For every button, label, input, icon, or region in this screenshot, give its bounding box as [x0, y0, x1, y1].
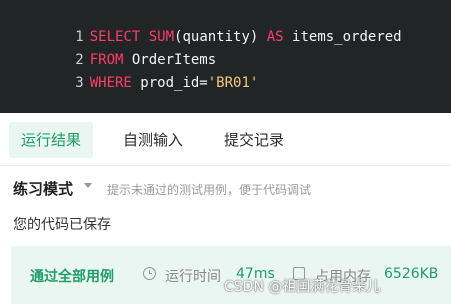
runtime-label: 运行时间 [165, 269, 221, 285]
clock-icon [143, 267, 156, 280]
chevron-down-icon[interactable] [84, 183, 92, 188]
result-tabs: 运行结果 自测输入 提交记录 [0, 113, 451, 166]
code-token: prod_id= [131, 75, 208, 91]
code-token: AS [266, 29, 284, 45]
code-token: 'BR01' [207, 75, 259, 91]
practice-mode-dropdown[interactable]: 练习模式 [13, 178, 73, 199]
line-number: 3 [75, 75, 84, 91]
mode-hint: 提示未通过的测试用例，便于代码调试 [107, 183, 312, 197]
pass-status: 通过全部用例 [30, 269, 114, 285]
code-token: items_ordered [283, 29, 402, 45]
code-line: 2 FROM OrderItems [0, 30, 216, 68]
tab-run-result[interactable]: 运行结果 [9, 122, 94, 158]
memory-value: 6526KB [384, 266, 439, 282]
code-editor[interactable]: 1 SELECT SUM(quantity) AS items_ordered 2… [0, 0, 451, 113]
code-token: WHERE [89, 75, 132, 91]
code-line: 1 SELECT SUM(quantity) AS items_ordered [0, 7, 401, 45]
tab-self-test-input[interactable]: 自测输入 [123, 122, 183, 158]
watermark: CSDN @祖国满花骨朵儿 [224, 279, 381, 295]
tab-submission-history[interactable]: 提交记录 [224, 122, 284, 158]
code-line: 3 WHERE prod_id='BR01' [0, 53, 258, 91]
save-status: 您的代码已保存 [13, 217, 111, 233]
